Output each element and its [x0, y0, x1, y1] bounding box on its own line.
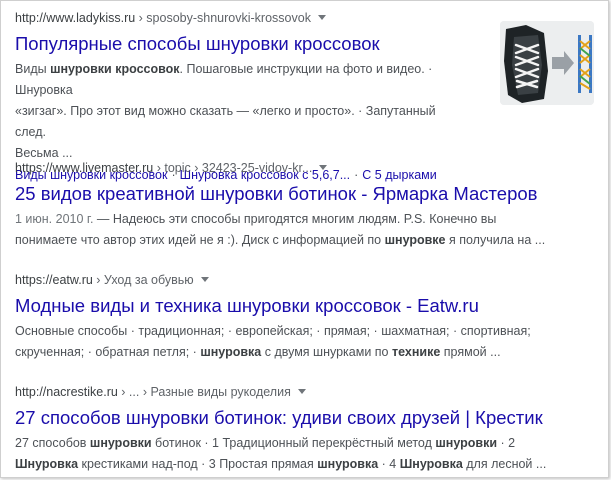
result-title-link[interactable]: 27 способов шнуровки ботинок: удиви свои… — [15, 406, 595, 430]
snippet-text: я получила на ... — [445, 233, 546, 247]
snippet-highlight: шнуровки кроссовок — [50, 62, 180, 76]
result-snippet: Основные способы · традиционная; · европ… — [15, 321, 595, 363]
result-url[interactable]: http://nacrestike.ru — [15, 385, 118, 399]
result-url-line[interactable]: https://eatw.ru › Уход за обувью — [15, 271, 595, 289]
search-results-panel: http://www.ladykiss.ru › sposoby-shnurov… — [0, 0, 609, 478]
snippet-highlight: Шнуровка — [399, 457, 463, 471]
snippet-date: 1 июн. 2010 г. — [15, 212, 94, 226]
search-result-2: https://www.livemaster.ru › topic › 3242… — [15, 159, 595, 251]
snippet-highlight: шнуровки — [435, 436, 498, 450]
snippet-text: — Надеюсь эти способы пригодятся многим … — [93, 212, 497, 226]
snippet-text: 27 способов — [15, 436, 90, 450]
caret-down-icon[interactable] — [200, 277, 209, 282]
sneaker-thumbnail[interactable] — [500, 21, 594, 105]
result-snippet: 1 июн. 2010 г. — Надеюсь эти способы при… — [15, 209, 595, 251]
sneaker-thumbnail-graphic — [500, 21, 594, 105]
snippet-text: прямой ... — [440, 345, 501, 359]
snippet-text: крестиками над-под · 3 Простая прямая — [78, 457, 318, 471]
snippet-highlight: шнуровка — [317, 457, 379, 471]
snippet-highlight: шнуровка — [200, 345, 262, 359]
result-url-line[interactable]: http://nacrestike.ru › ... › Разные виды… — [15, 383, 595, 401]
result-breadcrumb[interactable]: › topic › 32423-25-vidov-kr... — [153, 161, 313, 175]
search-result-3: https://eatw.ru › Уход за обувью Модные … — [15, 271, 595, 363]
snippet-text: с двумя шнурками по — [261, 345, 392, 359]
result-url-line[interactable]: https://www.livemaster.ru › topic › 3242… — [15, 159, 595, 177]
result-breadcrumb[interactable]: › sposoby-shnurovki-krossovok — [135, 11, 311, 25]
snippet-highlight: Шнуровка — [15, 457, 79, 471]
result-url[interactable]: http://www.ladykiss.ru — [15, 11, 135, 25]
snippet-text: · 4 — [378, 457, 400, 471]
caret-down-icon[interactable] — [319, 165, 328, 170]
snippet-text: Весьма ... — [15, 146, 73, 160]
snippet-text: Виды — [15, 62, 51, 76]
snippet-text: · 2 — [497, 436, 516, 450]
snippet-highlight: шнуровки — [89, 436, 152, 450]
snippet-highlight: технике — [391, 345, 441, 359]
result-breadcrumb[interactable]: › ... › Разные виды рукоделия — [118, 385, 291, 399]
result-url[interactable]: https://eatw.ru — [15, 273, 93, 287]
result-snippet: Виды шнуровки кроссовок. Пошаговые инстр… — [15, 59, 470, 164]
result-breadcrumb[interactable]: › Уход за обувью — [93, 273, 193, 287]
snippet-highlight: шнуровке — [384, 233, 446, 247]
snippet-text: скрученная; · обратная петля; · — [15, 345, 201, 359]
snippet-text: «зигзаг». Про этот вид можно сказать — «… — [15, 104, 436, 139]
search-result-4: http://nacrestike.ru › ... › Разные виды… — [15, 383, 595, 475]
result-url[interactable]: https://www.livemaster.ru — [15, 161, 153, 175]
result-title-link[interactable]: Модные виды и техника шнуровки кроссовок… — [15, 294, 595, 318]
snippet-text: Основные способы · традиционная; · европ… — [15, 324, 531, 338]
snippet-text: ботинок · 1 Традиционный перекрёстный ме… — [151, 436, 436, 450]
snippet-text: для лесной ... — [462, 457, 547, 471]
result-snippet: 27 способов шнуровки ботинок · 1 Традици… — [15, 433, 595, 475]
snippet-text: понимаете что автор этих идей не я :). Д… — [15, 233, 385, 247]
caret-down-icon[interactable] — [297, 389, 306, 394]
caret-down-icon[interactable] — [317, 15, 326, 20]
result-title-link[interactable]: 25 видов креативной шнуровки ботинок - Я… — [15, 182, 595, 206]
